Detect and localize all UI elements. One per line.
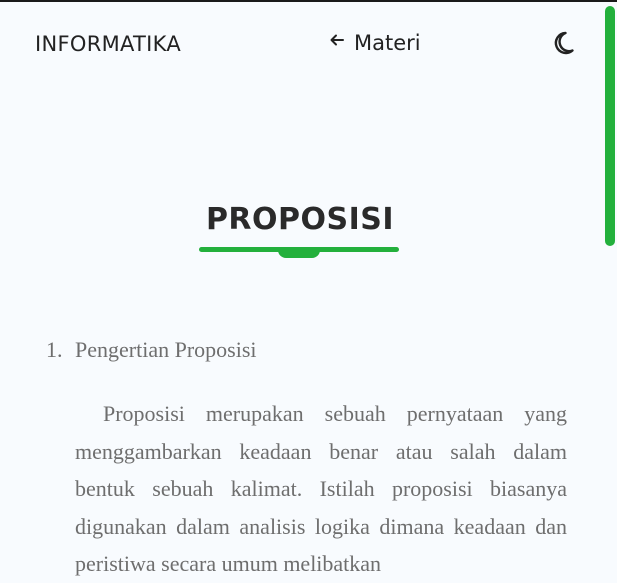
scrollbar-thumb[interactable] bbox=[605, 6, 615, 246]
section-heading: 1. Pengertian Proposisi bbox=[46, 337, 257, 363]
arrow-left-icon bbox=[329, 32, 345, 48]
back-link-label: Materi bbox=[354, 31, 421, 55]
top-navbar: INFORMATIKA Materi bbox=[0, 2, 617, 92]
moon-icon[interactable] bbox=[551, 30, 575, 56]
title-underline-accent bbox=[278, 249, 320, 258]
section-paragraph: Proposisi merupakan sebuah pernyataan ya… bbox=[75, 401, 567, 576]
page-title-container: PROPOSISI bbox=[0, 202, 600, 237]
brand-name[interactable]: INFORMATIKA bbox=[35, 32, 181, 56]
back-to-materi-link[interactable]: Materi bbox=[329, 31, 421, 55]
section-number: 1. bbox=[46, 337, 63, 362]
section-title: Pengertian Proposisi bbox=[75, 337, 257, 362]
page-title: PROPOSISI bbox=[205, 202, 395, 237]
